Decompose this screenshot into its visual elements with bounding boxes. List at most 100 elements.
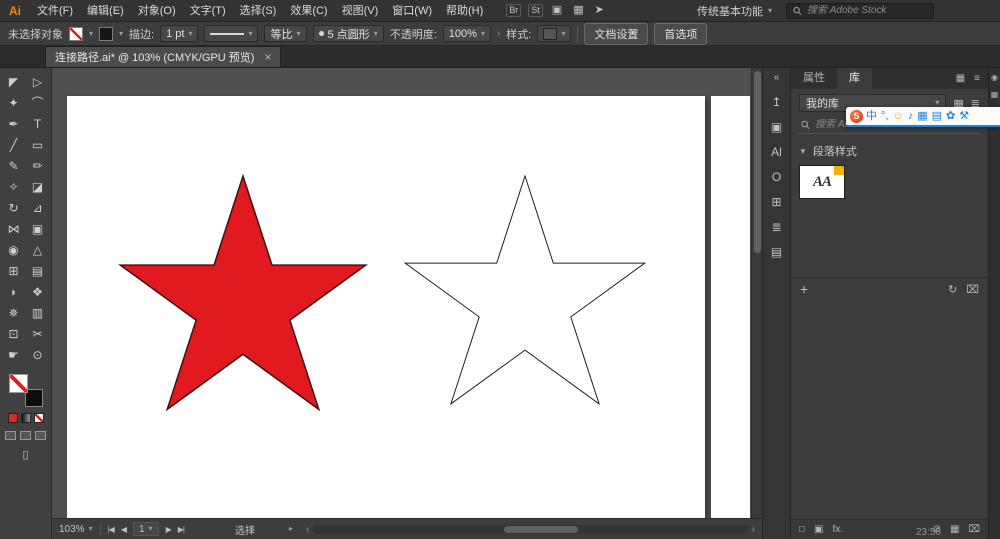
color-wheel-icon[interactable]: ◉: [991, 74, 998, 82]
white-star-shape[interactable]: [405, 176, 645, 404]
mic-icon[interactable]: ♪: [908, 111, 914, 122]
horizontal-scrollbar-thumb[interactable]: [504, 526, 578, 533]
collapse-triangle-icon[interactable]: ▼: [799, 147, 807, 156]
draw-inside-button[interactable]: [35, 431, 46, 440]
workspace-switcher[interactable]: 传统基本功能 ▾: [697, 3, 772, 19]
collapse-panels-icon[interactable]: «: [774, 73, 780, 83]
pencil-tool[interactable]: ✏: [26, 155, 50, 176]
arrange-documents-icon[interactable]: ▣: [550, 4, 564, 17]
tab-properties[interactable]: 属性: [791, 68, 837, 89]
ai-libraries-icon[interactable]: Al: [771, 146, 782, 158]
artboards-panel-icon[interactable]: ▣: [771, 121, 782, 133]
stock-search-input[interactable]: [807, 5, 927, 16]
mesh-tool[interactable]: ⊞: [2, 260, 26, 281]
chevron-down-icon[interactable]: ▾: [89, 30, 93, 38]
chevron-right-icon[interactable]: ▸: [289, 525, 293, 533]
vertical-scrollbar-thumb[interactable]: [754, 71, 761, 253]
dock-icon[interactable]: ▦: [956, 73, 965, 84]
screen-mode-button[interactable]: ▯: [22, 448, 28, 461]
skin-icon[interactable]: ✿: [946, 111, 955, 122]
direct-selection-tool[interactable]: ▷: [26, 71, 50, 92]
type-tool[interactable]: T: [26, 113, 50, 134]
none-button[interactable]: [34, 413, 44, 423]
add-item-button[interactable]: +: [800, 282, 808, 296]
slice-tool[interactable]: ✂: [26, 323, 50, 344]
artboard-number-select[interactable]: 1 ▾: [133, 522, 159, 536]
document-setup-button[interactable]: 文档设置: [584, 23, 648, 45]
share-icon[interactable]: ➤: [593, 4, 606, 17]
last-artboard-button[interactable]: ▶|: [178, 525, 184, 534]
menu-item[interactable]: 帮助(H): [439, 0, 490, 22]
grid-icon[interactable]: ▦: [950, 524, 959, 535]
more-options-icon[interactable]: ›: [497, 28, 500, 39]
stroke-panel-icon[interactable]: O: [772, 171, 781, 183]
hand-tool[interactable]: ☛: [2, 344, 26, 365]
toolbox-icon[interactable]: ⚒: [959, 111, 969, 122]
stroke-width-select[interactable]: 1 pt ▾: [160, 25, 198, 42]
stock-search[interactable]: [786, 3, 934, 19]
artboard-1[interactable]: [67, 96, 705, 518]
punctuation-icon[interactable]: °,: [881, 111, 888, 122]
fill-indicator[interactable]: [9, 374, 28, 393]
trash-icon[interactable]: ⌧: [966, 283, 979, 296]
dock-panel-icon[interactable]: ▦: [991, 91, 999, 99]
eraser-tool[interactable]: ◪: [26, 176, 50, 197]
prev-artboard-button[interactable]: ◀: [121, 525, 126, 534]
perspective-grid-tool[interactable]: △: [26, 239, 50, 260]
next-artboard-button[interactable]: ▶: [166, 525, 171, 534]
chevron-down-icon[interactable]: ▾: [119, 30, 123, 38]
rectangle-tool[interactable]: ▭: [26, 134, 50, 155]
menu-item[interactable]: 编辑(E): [80, 0, 131, 22]
swatches-panel-icon[interactable]: ▤: [771, 246, 782, 258]
export-panel-icon[interactable]: ↥: [771, 96, 781, 108]
chinese-mode-icon[interactable]: 中: [866, 111, 877, 122]
panel-menu-icon[interactable]: ≡: [974, 73, 980, 84]
shape-builder-tool[interactable]: ◉: [2, 239, 26, 260]
width-profile-select[interactable]: 等比 ▾: [264, 25, 306, 42]
artboard-tool[interactable]: ⊡: [2, 323, 26, 344]
clipboard-icon[interactable]: ▤: [932, 111, 942, 122]
menu-item[interactable]: 窗口(W): [385, 0, 439, 22]
menu-item[interactable]: 效果(C): [283, 0, 334, 22]
eyedropper-tool[interactable]: ◗: [2, 281, 26, 302]
style-select[interactable]: ▾: [537, 25, 571, 42]
layout-grid-icon[interactable]: ▦: [571, 4, 585, 17]
symbols-panel-icon[interactable]: ⊞: [771, 196, 781, 208]
tab-libraries[interactable]: 库: [837, 68, 872, 89]
draw-behind-button[interactable]: [20, 431, 31, 440]
menu-item[interactable]: 文件(F): [30, 0, 80, 22]
lasso-tool[interactable]: ⌒: [26, 92, 50, 113]
zoom-level-select[interactable]: 103% ▾: [59, 524, 93, 535]
vertical-scrollbar[interactable]: [751, 68, 762, 518]
scroll-right-icon[interactable]: ›: [752, 524, 755, 535]
blend-tool[interactable]: ❖: [26, 281, 50, 302]
gradient-button[interactable]: [21, 413, 31, 423]
first-artboard-button[interactable]: |◀: [108, 525, 114, 534]
paintbrush-tool[interactable]: ✎: [2, 155, 26, 176]
paragraph-style-thumbnail[interactable]: AA: [799, 165, 845, 199]
brush-select[interactable]: 5 点圆形 ▾: [313, 25, 384, 42]
keyboard-icon[interactable]: ▦: [917, 111, 927, 122]
magic-wand-tool[interactable]: ✦: [2, 92, 26, 113]
red-star-shape[interactable]: [120, 176, 365, 409]
menu-item[interactable]: 视图(V): [335, 0, 386, 22]
symbol-sprayer-tool[interactable]: ✵: [2, 302, 26, 323]
pasteboard[interactable]: [52, 68, 762, 518]
trash-icon[interactable]: ⌧: [968, 524, 980, 535]
shaper-tool[interactable]: ✧: [2, 176, 26, 197]
scale-tool[interactable]: ⊿: [26, 197, 50, 218]
line-segment-tool[interactable]: ╱: [2, 134, 26, 155]
zoom-tool[interactable]: ⊙: [26, 344, 50, 365]
width-tool[interactable]: ⋈: [2, 218, 26, 239]
color-button[interactable]: [8, 413, 18, 423]
menu-item[interactable]: 对象(O): [131, 0, 183, 22]
bridge-button[interactable]: Br: [506, 4, 521, 17]
preferences-button[interactable]: 首选项: [654, 23, 707, 45]
effects-icon[interactable]: fx.: [833, 524, 844, 535]
sync-library-icon[interactable]: ↻: [948, 283, 957, 296]
menu-item[interactable]: 选择(S): [233, 0, 284, 22]
draw-normal-button[interactable]: [5, 431, 16, 440]
close-icon[interactable]: ×: [264, 50, 271, 64]
free-transform-tool[interactable]: ▣: [26, 218, 50, 239]
stroke-style-select[interactable]: ▾: [204, 25, 258, 42]
